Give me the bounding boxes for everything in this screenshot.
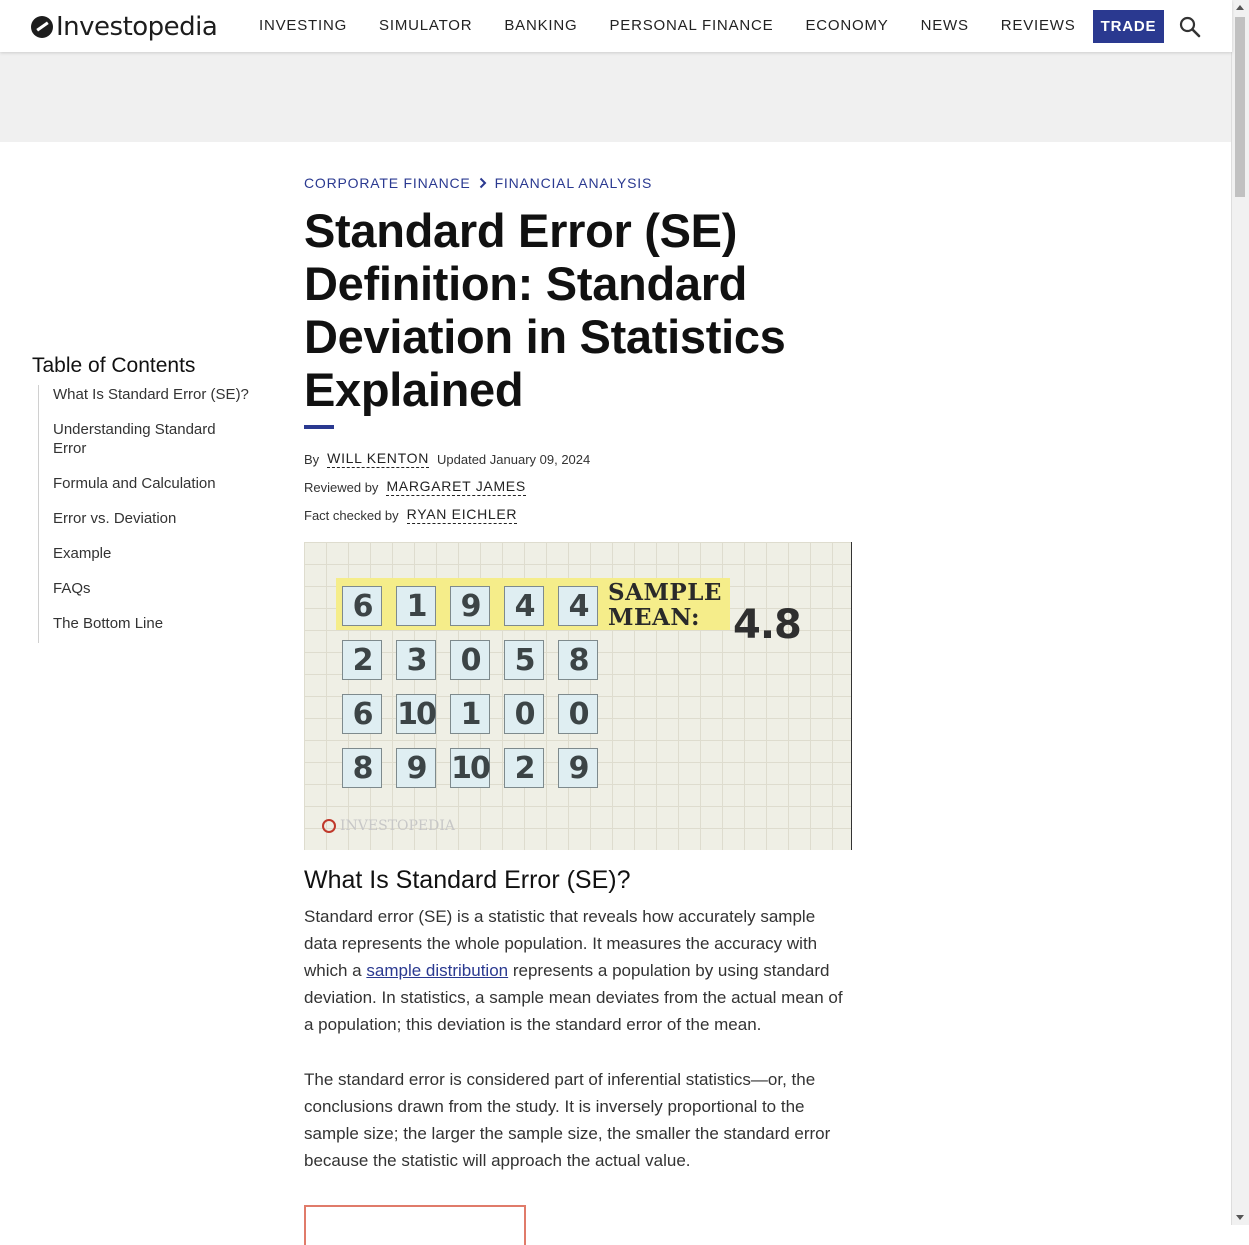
breadcrumb-corporate-finance[interactable]: CORPORATE FINANCE: [304, 175, 471, 191]
number-cell: 6: [342, 586, 382, 626]
number-cell: 6: [342, 694, 382, 734]
ad-banner: [0, 52, 1232, 142]
toc-item-error-vs-deviation[interactable]: Error vs. Deviation: [53, 509, 252, 528]
number-cell: 4: [558, 586, 598, 626]
toc-item-formula[interactable]: Formula and Calculation: [53, 474, 252, 493]
scroll-thumb[interactable]: [1235, 17, 1245, 197]
toc-item-example[interactable]: Example: [53, 544, 252, 563]
byline-author: By WILL KENTON Updated January 09, 2024: [304, 450, 590, 468]
toc-item-faqs[interactable]: FAQs: [53, 579, 252, 598]
nav-news[interactable]: NEWS: [921, 17, 969, 34]
number-cell: 2: [504, 748, 544, 788]
breadcrumb: CORPORATE FINANCE FINANCIAL ANALYSIS: [304, 175, 652, 191]
by-label: By: [304, 451, 320, 467]
investopedia-logo[interactable]: Investopedia: [31, 12, 218, 42]
sample-mean-label: SAMPLE MEAN:: [608, 580, 722, 630]
number-cell: 9: [450, 586, 490, 626]
nav-personal-finance[interactable]: PERSONAL FINANCE: [610, 17, 774, 34]
reviewer-link[interactable]: MARGARET JAMES: [386, 478, 526, 496]
nav-simulator[interactable]: SIMULATOR: [379, 17, 472, 34]
sample-mean-label-line1: SAMPLE: [608, 579, 722, 606]
nav-reviews[interactable]: REVIEWS: [1001, 17, 1076, 34]
number-cell: 10: [396, 694, 437, 734]
number-cell: 0: [450, 640, 490, 680]
factchecker-link[interactable]: RYAN EICHLER: [406, 506, 518, 524]
hero-image: 6 1 9 4 4 2 3 0 5 8 6 10 1 0 0 8 9 10 2 9 SAMPLE MEAN: 4.8 …: [304, 542, 852, 850]
paragraph-2: The standard error is considered part of…: [304, 1070, 831, 1170]
number-cell: 10: [450, 748, 491, 788]
chevron-right-icon: [479, 177, 486, 189]
page-title: Standard Error (SE) Definition: Standard…: [304, 204, 786, 416]
watermark-text: INVESTOPEDIA: [340, 818, 456, 834]
search-icon[interactable]: [1179, 16, 1201, 38]
sample-distribution-link[interactable]: sample distribution: [366, 961, 508, 980]
scroll-down-arrow-icon[interactable]: [1236, 1215, 1244, 1220]
author-link[interactable]: WILL KENTON: [327, 450, 430, 468]
reviewed-label: Reviewed by: [304, 479, 379, 495]
number-cell: 0: [558, 694, 598, 734]
toc-list: What Is Standard Error (SE)? Understandi…: [38, 385, 252, 643]
number-cell: 1: [450, 694, 490, 734]
sample-mean-label-line2: MEAN:: [608, 604, 701, 631]
scroll-up-arrow-icon[interactable]: [1236, 5, 1244, 10]
number-cell: 9: [396, 748, 436, 788]
site-header: Investopedia INVESTING SIMULATOR BANKING…: [0, 0, 1232, 52]
section-heading: What Is Standard Error (SE)?: [304, 866, 631, 894]
byline-factchecker: Fact checked by RYAN EICHLER: [304, 506, 518, 524]
nav-banking[interactable]: BANKING: [504, 17, 577, 34]
trade-button[interactable]: TRADE: [1093, 10, 1164, 43]
byline-reviewer: Reviewed by MARGARET JAMES: [304, 478, 526, 496]
number-cell: 2: [342, 640, 382, 680]
toc-title: Table of Contents: [32, 354, 196, 377]
image-watermark: INVESTOPEDIA: [322, 818, 455, 834]
nav-investing[interactable]: INVESTING: [259, 17, 347, 34]
number-cell: 5: [504, 640, 544, 680]
logo-icon: [31, 16, 53, 38]
toc-item-what-is[interactable]: What Is Standard Error (SE)?: [53, 385, 252, 404]
number-cell: 8: [342, 748, 382, 788]
main-nav: INVESTING SIMULATOR BANKING PERSONAL FIN…: [259, 17, 1108, 34]
sample-mean-value: 4.8: [733, 602, 802, 648]
toc-item-bottom-line[interactable]: The Bottom Line: [53, 614, 252, 633]
number-cell: 9: [558, 748, 598, 788]
scrollbar[interactable]: [1231, 0, 1249, 1225]
toc-item-understanding[interactable]: Understanding Standard Error: [53, 420, 252, 458]
paragraph-1: Standard error (SE) is a statistic that …: [304, 903, 852, 1038]
nav-economy[interactable]: ECONOMY: [805, 17, 888, 34]
logo-text: Investopedia: [56, 12, 218, 42]
number-cell: 0: [504, 694, 544, 734]
factcheck-label: Fact checked by: [304, 507, 399, 523]
callout-box: [304, 1205, 526, 1245]
number-cell: 4: [504, 586, 544, 626]
table-of-contents: Table of Contents What Is Standard Error…: [32, 354, 252, 643]
number-cell: 3: [396, 640, 436, 680]
breadcrumb-financial-analysis[interactable]: FINANCIAL ANALYSIS: [495, 175, 653, 191]
updated-date: Updated January 09, 2024: [437, 451, 591, 467]
watermark-logo-icon: [322, 819, 336, 833]
number-cell: 1: [396, 586, 436, 626]
title-divider: [304, 425, 334, 429]
number-cell: 8: [558, 640, 598, 680]
